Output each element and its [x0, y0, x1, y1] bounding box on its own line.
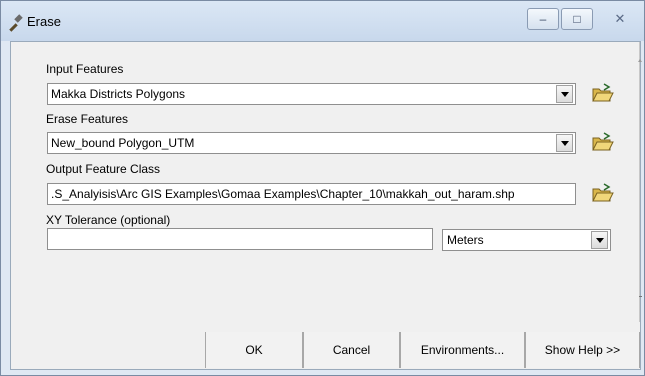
erase-features-label: Erase Features — [46, 112, 129, 126]
cancel-button[interactable]: Cancel — [303, 332, 400, 368]
button-bar: OK Cancel Environments... Show Help >> — [11, 322, 640, 369]
erase-features-combobox[interactable]: New_bound Polygon_UTM — [47, 132, 576, 154]
hammer-icon — [9, 14, 23, 32]
maximize-button[interactable]: □ — [561, 8, 593, 30]
erase-features-value: New_bound Polygon_UTM — [51, 136, 195, 150]
scroll-marker — [639, 296, 642, 297]
title-bar[interactable]: Erase – □ ✕ — [1, 1, 644, 41]
xy-tolerance-unit-value: Meters — [447, 233, 484, 247]
chevron-down-icon[interactable] — [591, 231, 608, 249]
maximize-icon: □ — [573, 12, 581, 26]
ok-button[interactable]: OK — [205, 332, 303, 368]
output-feature-class-field[interactable]: .S_Analyisis\Arc GIS Examples\Gomaa Exam… — [47, 183, 576, 205]
caption-buttons: – □ ✕ — [527, 8, 639, 32]
window-title: Erase — [27, 14, 61, 29]
show-help-button[interactable]: Show Help >> — [525, 332, 640, 368]
scroll-up-indicator — [638, 59, 642, 62]
input-features-label: Input Features — [46, 62, 124, 76]
input-features-combobox[interactable]: Makka Districts Polygons — [47, 83, 576, 105]
open-folder-icon[interactable] — [590, 131, 614, 153]
output-feature-class-value: .S_Analyisis\Arc GIS Examples\Gomaa Exam… — [51, 187, 515, 201]
minimize-button[interactable]: – — [527, 8, 559, 30]
erase-dialog: Erase – □ ✕ Input Features Makka Distric… — [0, 0, 645, 376]
ok-button-label: OK — [245, 343, 263, 357]
input-features-value: Makka Districts Polygons — [51, 87, 186, 101]
close-icon: ✕ — [614, 11, 626, 26]
xy-tolerance-unit-select[interactable]: Meters — [442, 229, 611, 251]
chevron-down-icon[interactable] — [556, 85, 573, 103]
environments-button-label: Environments... — [420, 343, 505, 357]
xy-tolerance-label: XY Tolerance (optional) — [46, 213, 171, 227]
open-folder-icon[interactable] — [590, 82, 614, 104]
dialog-body: Input Features Makka Districts Polygons … — [10, 41, 642, 370]
environments-button[interactable]: Environments... — [400, 332, 525, 368]
minimize-icon: – — [539, 12, 547, 26]
parameters-panel: Input Features Makka Districts Polygons … — [11, 42, 642, 322]
xy-tolerance-input[interactable] — [47, 228, 433, 250]
chevron-down-icon[interactable] — [556, 134, 573, 152]
open-folder-icon[interactable] — [590, 182, 614, 204]
cancel-button-label: Cancel — [332, 343, 371, 357]
output-feature-class-label: Output Feature Class — [46, 162, 161, 176]
close-button[interactable]: ✕ — [603, 8, 637, 30]
show-help-button-label: Show Help >> — [544, 343, 621, 357]
